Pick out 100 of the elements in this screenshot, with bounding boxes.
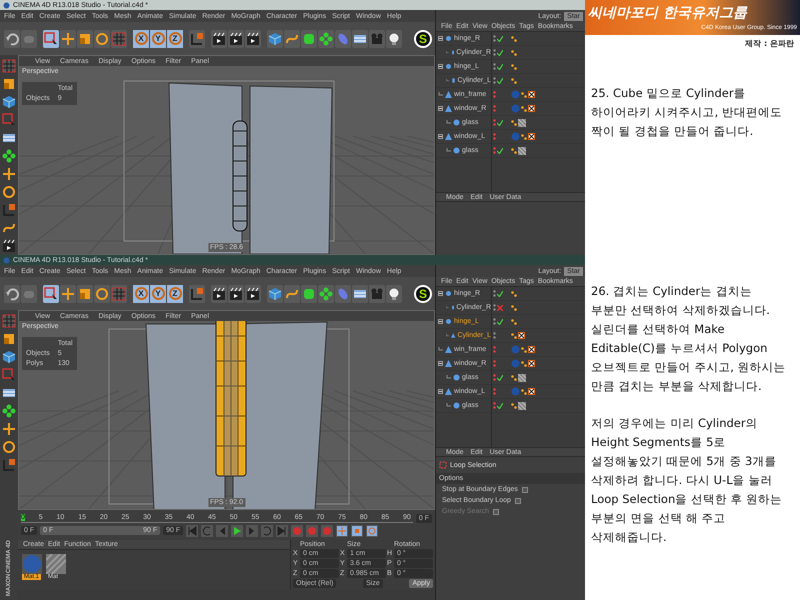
texture-tag-icon[interactable] [518,374,526,382]
curve-icon[interactable] [2,221,16,235]
tree-expander-icon[interactable] [438,134,443,139]
visibility-dots-icon[interactable] [493,91,496,98]
ring-icon[interactable] [2,440,16,454]
floor-button[interactable] [352,284,368,302]
phong-tag-icon[interactable] [511,304,517,310]
cube-icon[interactable] [2,95,16,109]
phong-tag-icon[interactable] [521,106,527,112]
phong-tag-icon[interactable] [521,134,527,140]
logo-button[interactable]: S [414,30,432,48]
clapper-button[interactable] [228,284,244,302]
dots-icon[interactable] [2,404,16,418]
tree-expander-icon[interactable] [438,36,443,41]
light-bulb-button[interactable] [386,284,402,302]
tree-expander-icon[interactable] [438,361,443,366]
check-icon[interactable] [497,402,503,408]
flower-button[interactable] [318,30,334,48]
clapper-button[interactable] [211,284,227,302]
floor-button[interactable] [352,30,368,48]
visibility-dots-icon[interactable] [493,119,496,126]
cube-button[interactable] [267,284,283,302]
check-icon[interactable] [497,64,503,70]
visibility-dots-icon[interactable] [493,105,496,112]
ring-icon[interactable] [2,185,16,199]
visibility-dots-icon[interactable] [493,388,496,395]
phong-tag-icon[interactable] [511,64,517,70]
key-move-button[interactable] [336,524,348,536]
cross-icon[interactable] [2,167,16,181]
axis-icon[interactable] [2,458,16,472]
check-icon[interactable] [497,148,503,154]
tree-expander-icon[interactable] [438,106,443,111]
cube-icon[interactable] [2,332,16,346]
phong-tag-icon[interactable] [521,388,527,394]
visibility-dots-icon[interactable] [493,35,496,42]
y-axis-button[interactable]: Y [150,284,166,302]
flower-button[interactable] [318,284,334,302]
texture-tag-icon[interactable] [518,402,526,410]
phong-tag-icon[interactable] [511,374,517,380]
phong-tag-icon[interactable] [521,92,527,98]
y-axis-button[interactable]: Y [150,30,166,48]
key-scale-button[interactable] [351,524,364,536]
visibility-dots-icon[interactable] [493,346,496,353]
visibility-dots-icon[interactable] [493,133,496,140]
grid-icon[interactable] [2,59,16,73]
scale-tool-button[interactable] [77,284,93,302]
checker-tag-icon[interactable] [528,105,535,112]
check-icon[interactable] [497,36,503,42]
cross-icon[interactable] [2,422,16,436]
rounded-square-button[interactable] [301,284,317,302]
rounded-square-button[interactable] [301,30,317,48]
logo-button[interactable]: S [414,284,432,302]
scale-tool-button[interactable] [77,30,93,48]
checker-tag-icon[interactable] [528,388,535,395]
phong-tag-icon[interactable] [511,50,517,56]
spline-button[interactable] [284,284,300,302]
phong-tag-icon[interactable] [511,318,517,324]
visibility-dots-icon[interactable] [493,402,496,409]
visibility-dots-icon[interactable] [493,360,496,367]
cube-icon[interactable] [2,350,16,364]
rotate-tool-button[interactable] [94,284,110,302]
select-tool-button[interactable] [43,30,59,48]
visibility-dots-icon[interactable] [493,374,496,381]
check-icon[interactable] [497,374,503,380]
visibility-dots-icon[interactable] [493,49,496,56]
x-axis-button[interactable]: X [133,284,149,302]
tree-expander-icon[interactable] [438,389,443,394]
visibility-dots-icon[interactable] [493,147,496,154]
texture-tag-icon[interactable] [518,118,526,126]
check-icon[interactable] [497,290,503,296]
x-axis-button[interactable]: X [133,30,149,48]
checker-tag-icon[interactable] [528,360,535,367]
checker-tag-icon[interactable] [528,91,535,98]
undo-button[interactable] [4,30,20,48]
visibility-dots-icon[interactable] [493,304,496,311]
z-axis-button[interactable]: Z [167,30,183,48]
move-tool-button[interactable] [60,284,76,302]
checker-tag-icon[interactable] [518,332,525,339]
visibility-dots-icon[interactable] [493,290,496,297]
grid-button[interactable] [111,30,127,48]
key-rotate-button[interactable] [366,524,378,536]
grid-icon[interactable] [2,314,16,328]
play-button[interactable] [231,524,244,536]
phong-tag-icon[interactable] [521,360,527,366]
cube-button[interactable] [267,30,283,48]
light-bulb-button[interactable] [386,30,402,48]
clapper-icon[interactable] [2,239,16,253]
plane-icon[interactable] [2,386,16,400]
phong-tag-icon[interactable] [511,78,517,84]
phong-tag-icon[interactable] [511,36,517,42]
spline-button[interactable] [284,30,300,48]
clapper-button[interactable] [245,284,261,302]
checker-tag-icon[interactable] [528,133,535,140]
dots-icon[interactable] [2,149,16,163]
phong-tag-icon[interactable] [511,290,517,296]
checkbox[interactable] [514,498,521,504]
tree-expander-icon[interactable] [438,64,443,69]
clapper-button[interactable] [211,30,227,48]
phong-tag-icon[interactable] [521,346,527,352]
phong-tag-icon[interactable] [511,148,517,154]
